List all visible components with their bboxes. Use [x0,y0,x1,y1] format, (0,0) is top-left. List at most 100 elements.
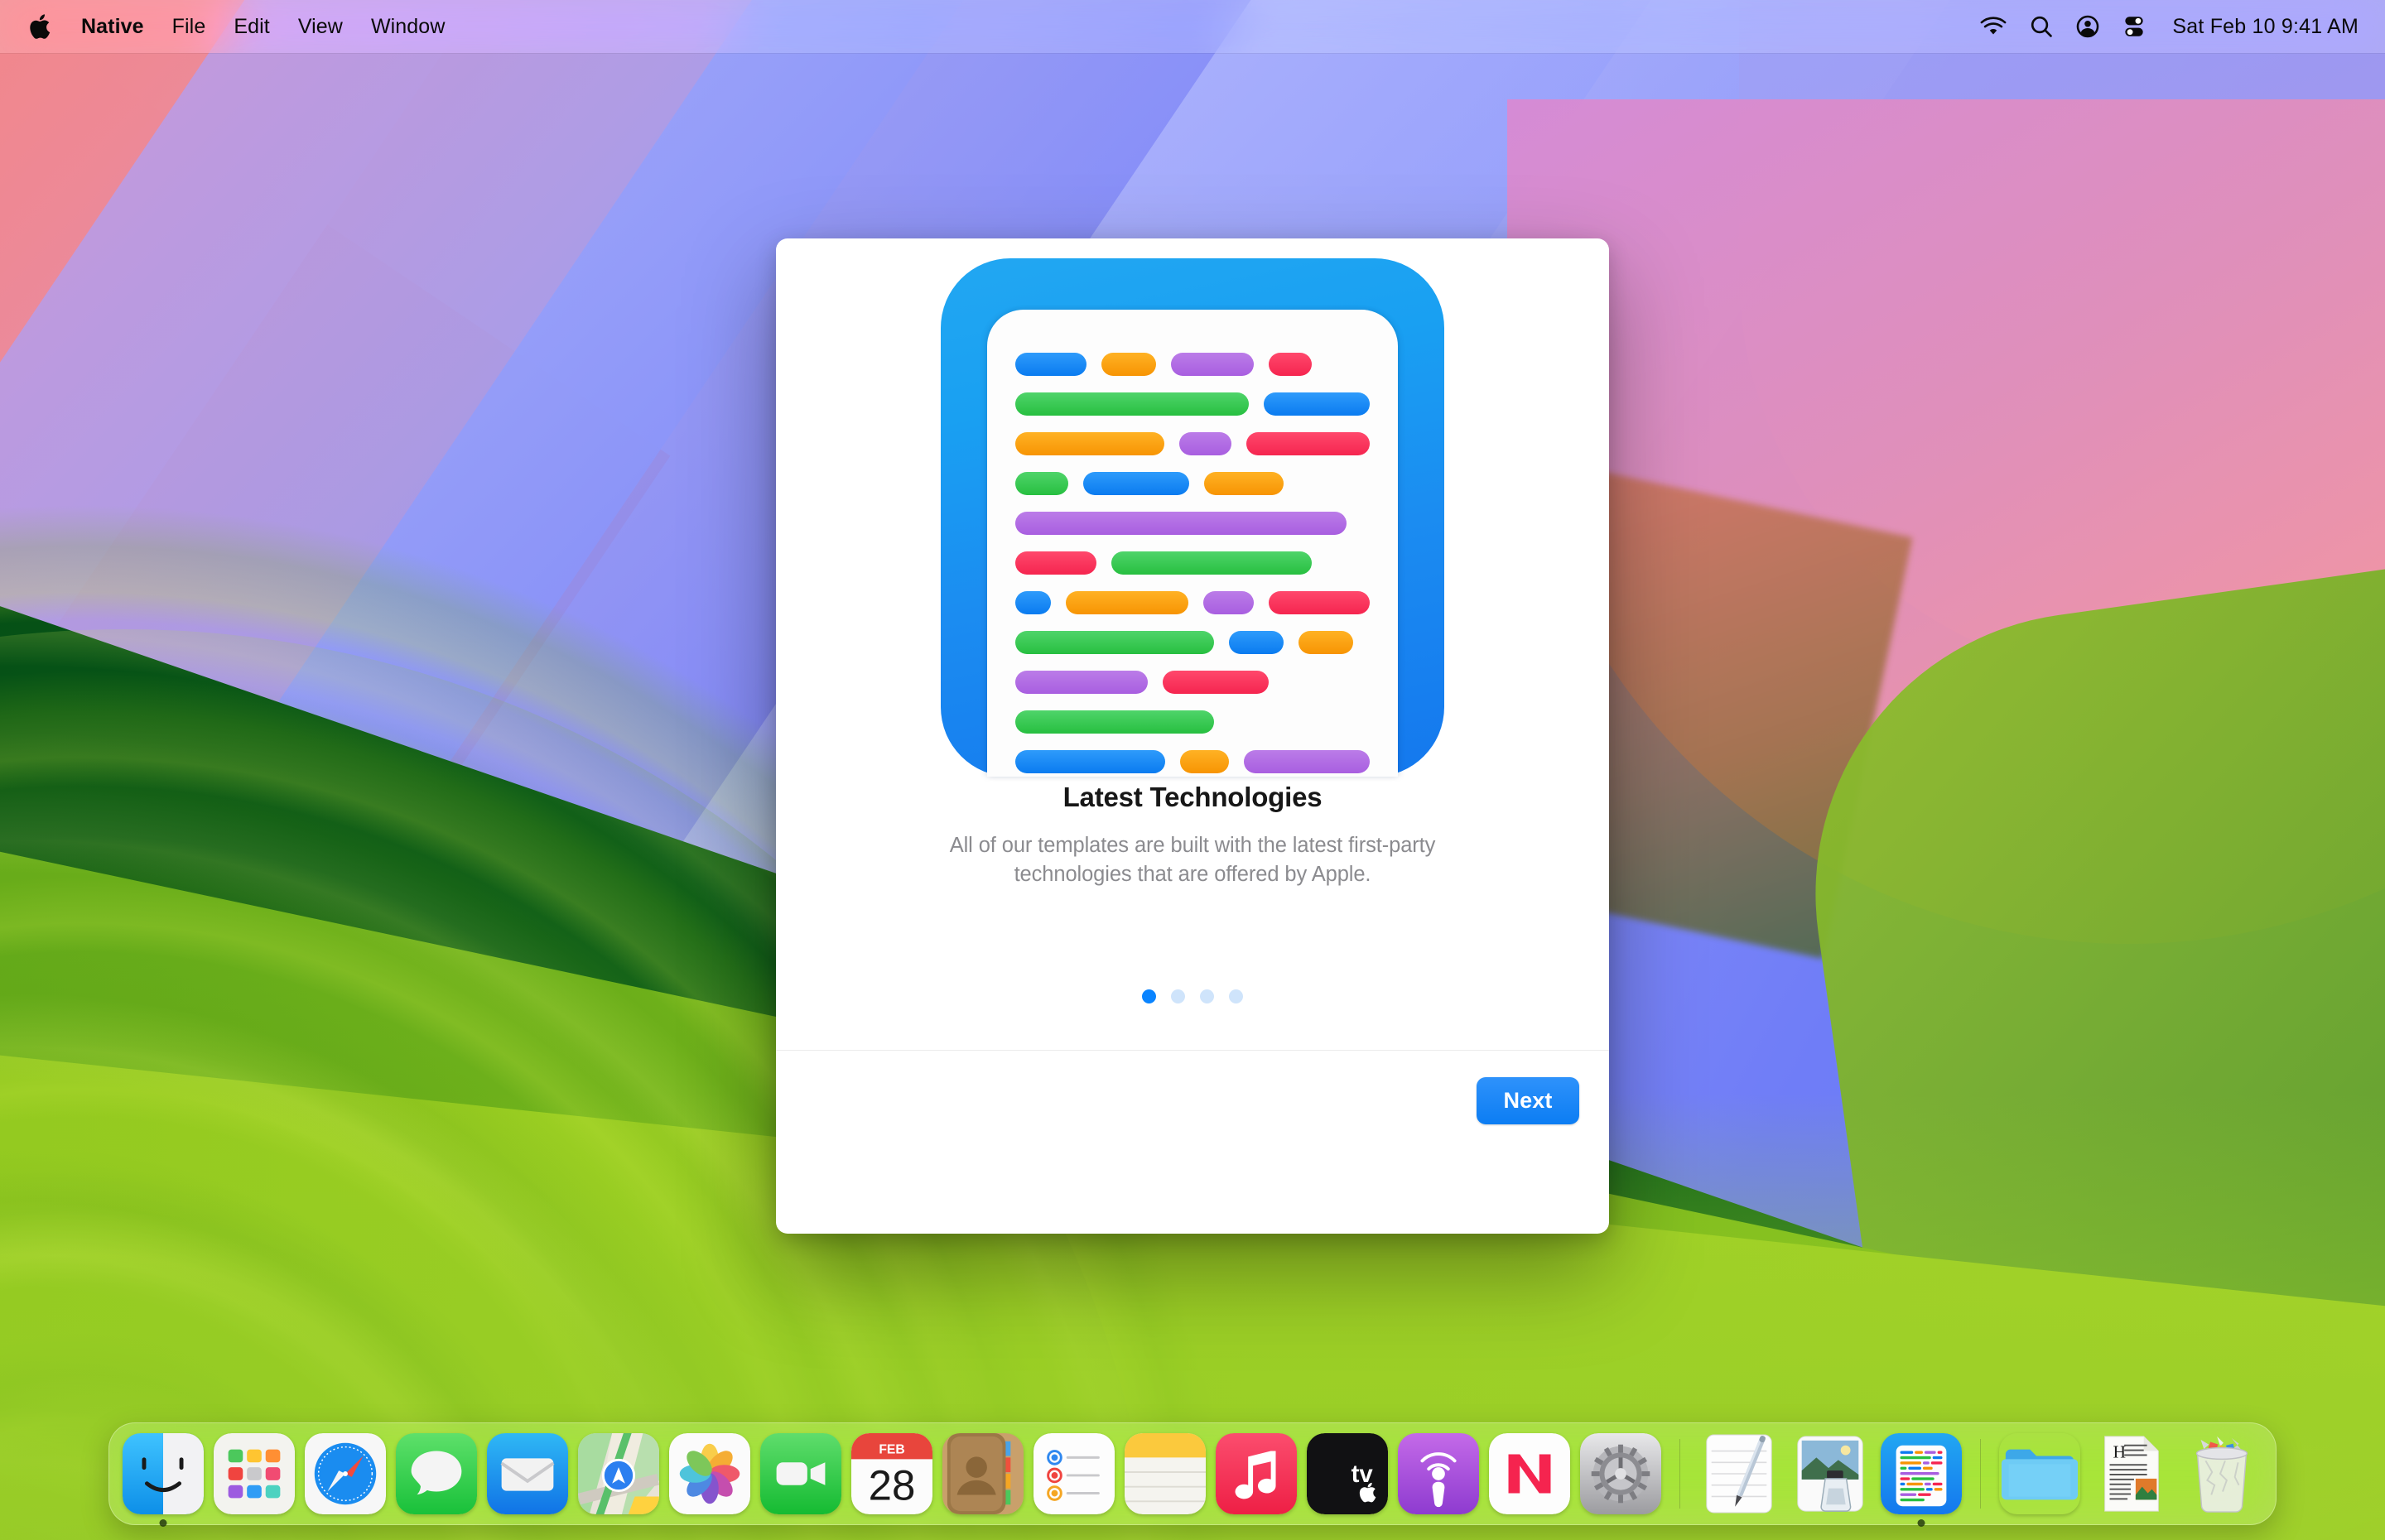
dock-item-textedit[interactable] [1698,1433,1780,1514]
code-token-blue [1083,472,1189,495]
code-line [1015,551,1370,575]
apple-logo-icon [30,14,51,39]
dock-item-notes[interactable] [1125,1433,1206,1514]
onboarding-footer: Next [776,1050,1609,1234]
code-token-green [1015,392,1249,416]
user-account-icon[interactable] [2076,15,2099,38]
reminders-icon [1034,1433,1115,1514]
dock-item-preview[interactable] [1790,1433,1871,1514]
code-token-green [1015,710,1214,734]
menu-bar: Native File Edit View Window Sat Feb 10 … [0,0,2385,53]
svg-text:tv: tv [1352,1461,1374,1488]
code-line [1015,472,1370,495]
next-button[interactable]: Next [1477,1077,1579,1124]
trash-icon [2181,1433,2262,1514]
photos-icon [669,1433,750,1514]
code-token-green [1015,472,1068,495]
svg-text:H: H [2113,1441,2126,1461]
running-indicator [159,1519,167,1527]
dock-item-maps[interactable] [578,1433,659,1514]
code-card [987,310,1398,777]
dock-item-music[interactable] [1216,1433,1297,1514]
apple-menu-button[interactable] [22,0,67,53]
dock-item-system-settings[interactable] [1580,1433,1661,1514]
dock-separator [1980,1439,1981,1509]
code-token-orange [1015,432,1165,455]
dock-item-native[interactable] [1881,1433,1962,1527]
dock: FEB 28 tv H [108,1422,2277,1527]
menu-bar-clock[interactable]: Sat Feb 10 9:41 AM [2169,15,2358,39]
running-indicator [1917,1519,1925,1527]
page-dot-3[interactable] [1200,989,1214,1003]
contacts-icon [942,1433,1024,1514]
code-token-pink [1268,591,1370,614]
spotlight-search-icon[interactable] [2030,15,2053,38]
code-token-orange [1179,750,1229,773]
document-stack-icon: H [2090,1433,2171,1514]
code-token-purple [1015,512,1347,535]
menu-item-window[interactable]: Window [357,0,460,53]
svg-text:FEB: FEB [879,1443,904,1457]
svg-text:28: 28 [869,1461,916,1509]
hero-illustration [941,258,1444,777]
appletv-icon: tv [1307,1433,1388,1514]
notes-icon [1125,1433,1206,1514]
menu-item-view[interactable]: View [284,0,357,53]
code-token-blue [1015,750,1165,773]
dock-item-news[interactable] [1489,1433,1570,1514]
dock-separator [1679,1439,1680,1509]
menu-item-native[interactable]: Native [67,0,158,53]
safari-icon [305,1433,386,1514]
menu-item-edit[interactable]: Edit [219,0,283,53]
menu-item-file[interactable]: File [158,0,220,53]
dock-item-messages[interactable] [396,1433,477,1514]
code-token-green [1015,631,1214,654]
wifi-icon[interactable] [1980,17,2007,36]
dock-item-launchpad[interactable] [214,1433,295,1514]
podcasts-icon [1398,1433,1479,1514]
code-token-pink [1269,353,1312,376]
code-token-blue [1263,392,1370,416]
dock-item-finder[interactable] [123,1433,204,1527]
music-icon [1216,1433,1297,1514]
control-center-icon[interactable] [2122,16,2146,37]
code-token-green [1111,551,1312,575]
dock-item-safari[interactable] [305,1433,386,1514]
dock-item-photos[interactable] [669,1433,750,1514]
code-token-purple [1015,671,1148,694]
code-token-orange [1298,631,1353,654]
dock-item-mail[interactable] [487,1433,568,1514]
page-dot-2[interactable] [1171,989,1185,1003]
page-dot-4[interactable] [1229,989,1243,1003]
menu-bar-left: Native File Edit View Window [0,0,459,53]
code-token-purple [1179,432,1231,455]
dock-item-downloads-folder[interactable] [1999,1433,2080,1514]
dock-item-trash[interactable] [2181,1433,2262,1514]
mail-icon [487,1433,568,1514]
textedit-icon [1698,1433,1780,1514]
page-indicator-dots [776,989,1609,1003]
code-token-pink [1246,432,1371,455]
news-icon [1489,1433,1570,1514]
code-line [1015,671,1370,694]
dock-item-calendar[interactable]: FEB 28 [851,1433,932,1514]
facetime-icon [760,1433,841,1514]
dock-item-appletv[interactable]: tv [1307,1433,1388,1514]
preview-icon [1790,1433,1871,1514]
code-token-blue [1015,353,1086,376]
code-token-purple [1243,750,1370,773]
code-token-pink [1163,671,1269,694]
dock-item-reminders[interactable] [1034,1433,1115,1514]
page-dot-1[interactable] [1142,989,1156,1003]
dock-item-contacts[interactable] [942,1433,1024,1514]
launchpad-icon [214,1433,295,1514]
finder-icon [123,1433,204,1514]
onboarding-window: Latest Technologies All of our templates… [776,238,1609,1234]
page-description: All of our templates are built with the … [949,834,1436,887]
dock-item-podcasts[interactable] [1398,1433,1479,1514]
code-line [1015,631,1370,654]
messages-icon [396,1433,477,1514]
code-token-orange [1065,591,1188,614]
dock-item-document-stack[interactable]: H [2090,1433,2171,1514]
dock-item-facetime[interactable] [760,1433,841,1514]
